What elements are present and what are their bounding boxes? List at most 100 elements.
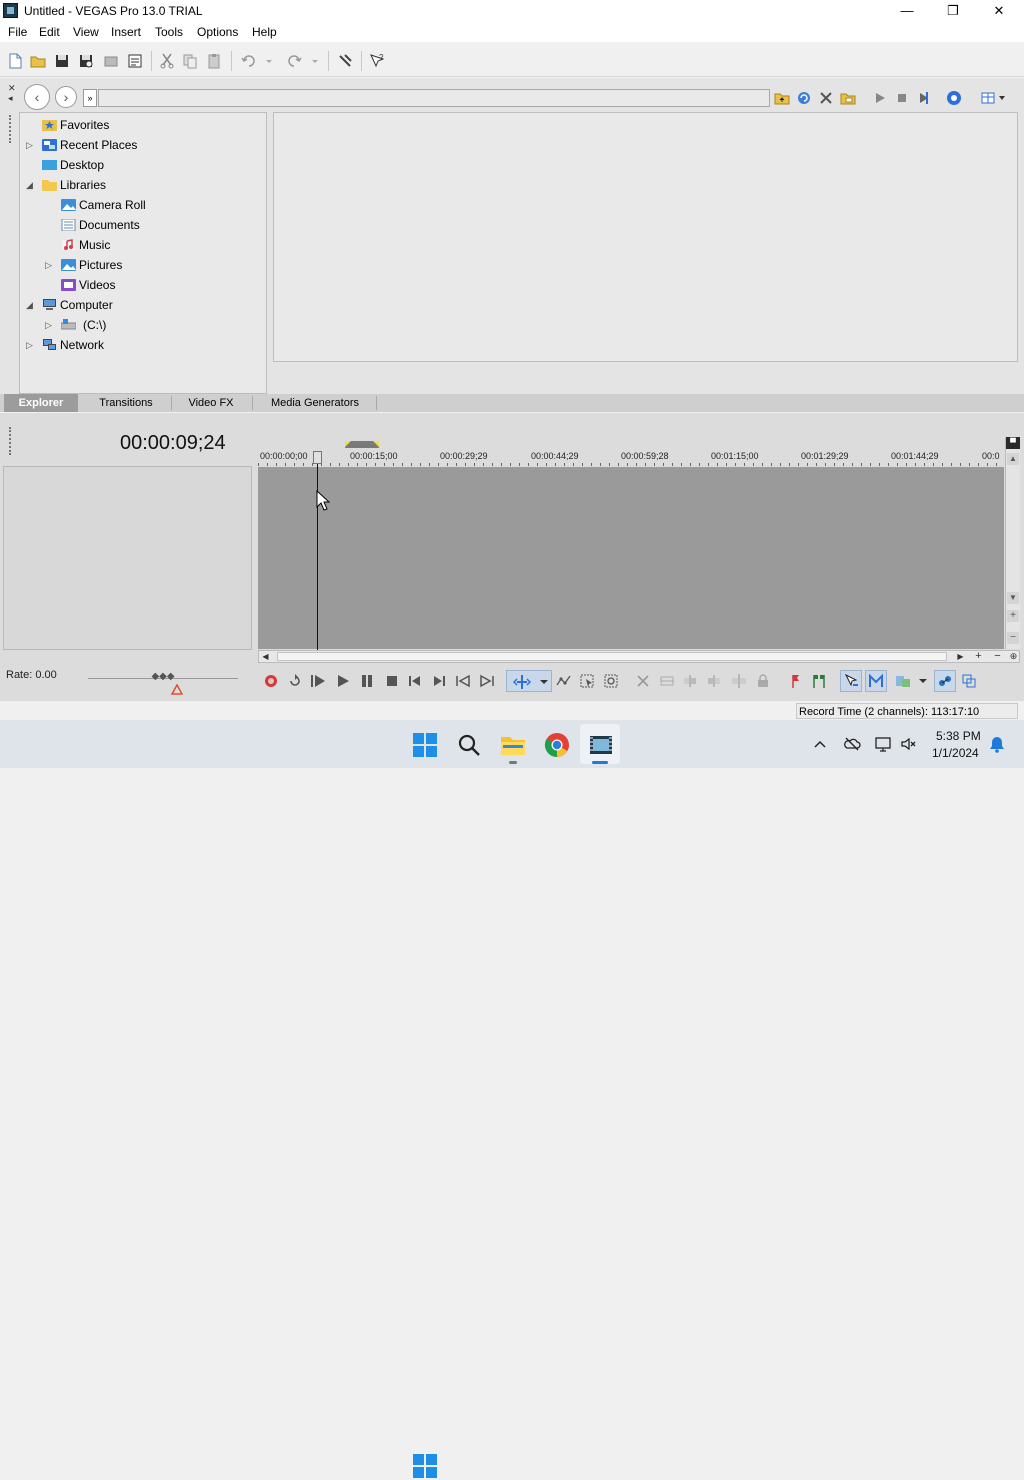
trim-start-icon[interactable] [682,673,698,689]
menu-help[interactable]: Help [252,25,277,39]
zoom-out-horizontal-icon[interactable]: − [992,651,1003,662]
chrome-icon[interactable] [543,731,571,759]
insert-marker-icon[interactable] [787,673,803,689]
vegas-pro-icon[interactable] [587,731,615,759]
timeline-drag-handle[interactable] [9,427,12,455]
scroll-up-icon[interactable]: ▲ [1007,453,1019,465]
pause-icon[interactable] [359,673,375,689]
explorer-close-pin-icon[interactable]: ✕ ◂ [8,83,16,107]
tree-item-music[interactable]: Music [61,236,110,254]
copy-icon[interactable] [181,52,199,70]
auto-preview-icon[interactable] [915,89,933,107]
normal-edit-tool-button[interactable] [506,670,552,692]
tree-item-videos[interactable]: Videos [61,276,115,294]
scroll-left-icon[interactable]: ◀ [260,651,271,662]
play-from-start-icon[interactable] [310,673,328,689]
minimize-button[interactable]: — [884,0,930,22]
delete-icon[interactable] [817,89,835,107]
properties-icon[interactable] [126,52,144,70]
cursor-time-display[interactable]: 00:00:09;24 [120,432,226,455]
volume-muted-icon[interactable] [900,735,918,753]
tab-transitions[interactable]: Transitions [84,394,168,412]
undo-icon[interactable] [240,52,258,70]
loop-start-marker-icon[interactable] [345,441,351,447]
show-hidden-icons-icon[interactable] [812,736,828,752]
search-icon[interactable] [455,731,483,759]
refresh-icon[interactable] [795,89,813,107]
tree-item-desktop[interactable]: Desktop [42,156,104,174]
maximize-button[interactable]: ❐ [930,0,976,22]
loop-end-marker-icon[interactable] [373,441,379,447]
snapping-button[interactable] [865,670,887,692]
horizontal-scrollbar[interactable]: ◀ ▶ + − ⊕ [258,650,1020,663]
add-to-favorites-icon[interactable] [839,89,857,107]
tab-explorer[interactable]: Explorer [4,394,78,412]
playhead-handle[interactable] [313,451,322,464]
expand-arrow-icon[interactable]: ▷ [45,260,52,271]
envelope-edit-tool-icon[interactable] [556,673,572,689]
history-dropdown-icon[interactable]: » [83,89,97,107]
enable-snapping-icon[interactable] [336,52,354,70]
tree-item-network[interactable]: Network [42,336,104,354]
auto-crossfades-icon[interactable] [894,673,916,689]
stop-preview-icon[interactable] [893,89,911,107]
back-arrow-icon[interactable]: ‹ [24,84,50,110]
onedrive-offline-icon[interactable] [843,735,861,753]
new-project-icon[interactable] [6,52,24,70]
get-media-from-web-icon[interactable] [945,89,965,107]
collapse-arrow-icon[interactable]: ◢ [26,300,33,311]
tree-item-libraries[interactable]: Libraries [42,176,106,194]
auto-ripple-button[interactable] [840,670,862,692]
next-frame-icon[interactable] [478,673,496,689]
trim-icon[interactable] [659,673,675,689]
expand-arrow-icon[interactable]: ▷ [45,320,52,331]
tab-media-generators[interactable]: Media Generators [256,394,374,412]
cut-icon[interactable] [158,52,176,70]
horizontal-scroll-thumb[interactable] [277,652,947,661]
timeline-cursor[interactable] [317,455,318,650]
save-as-icon[interactable] [77,52,95,70]
tree-item-favorites[interactable]: Favorites [42,116,109,134]
zoom-in-vertical-icon[interactable]: + [1007,610,1019,622]
timeline-track-area[interactable] [258,467,1004,649]
scroll-right-icon[interactable]: ▶ [955,651,966,662]
zoom-edit-tool-icon[interactable] [603,673,619,689]
taskbar-clock-time[interactable]: 5:38 PM [936,729,981,743]
redo-icon[interactable] [285,52,303,70]
split-icon[interactable] [731,673,747,689]
zoom-out-vertical-icon[interactable]: − [1007,632,1019,644]
paste-icon[interactable] [205,52,223,70]
rate-slider-thumb-icon[interactable]: ◆◆◆ [150,671,176,683]
undo-dropdown-icon[interactable] [264,52,274,70]
go-to-start-icon[interactable] [407,673,423,689]
lock-envelopes-button[interactable] [934,670,956,692]
tree-item-pictures[interactable]: Pictures [61,256,122,274]
forward-arrow-icon[interactable]: › [55,86,77,108]
vertical-scrollbar[interactable]: ▀ ▲ ▼ + − [1005,437,1020,649]
track-list[interactable] [3,466,252,650]
expand-arrow-icon[interactable]: ▷ [26,340,33,351]
record-icon[interactable] [263,673,279,689]
expand-arrow-icon[interactable]: ▷ [26,140,33,151]
lock-event-icon[interactable] [755,673,771,689]
open-folder-icon[interactable] [29,52,47,70]
go-to-end-icon[interactable] [431,673,447,689]
crossfade-dropdown-icon[interactable] [918,673,928,689]
path-field[interactable] [98,89,770,107]
file-explorer-icon[interactable] [499,731,527,759]
previous-frame-icon[interactable] [454,673,472,689]
close-button[interactable]: ✕ [976,0,1022,22]
tree-item-c-drive[interactable]: (C:\) [61,316,106,334]
menu-edit[interactable]: Edit [39,25,60,39]
menu-tools[interactable]: Tools [155,25,183,39]
comment-icon[interactable]: ▀ [1006,437,1020,449]
play-icon[interactable] [335,673,351,689]
selection-edit-tool-icon[interactable] [579,673,595,689]
menu-view[interactable]: View [73,25,99,39]
taskbar-clock-date[interactable]: 1/1/2024 [932,746,979,760]
delete-event-icon[interactable] [635,673,651,689]
render-as-icon[interactable] [102,52,120,70]
edit-tool-dropdown-icon[interactable] [539,678,549,686]
folder-tree[interactable]: Favorites ▷ Recent Places Desktop ◢ Libr… [19,112,267,394]
up-one-level-icon[interactable] [773,89,791,107]
